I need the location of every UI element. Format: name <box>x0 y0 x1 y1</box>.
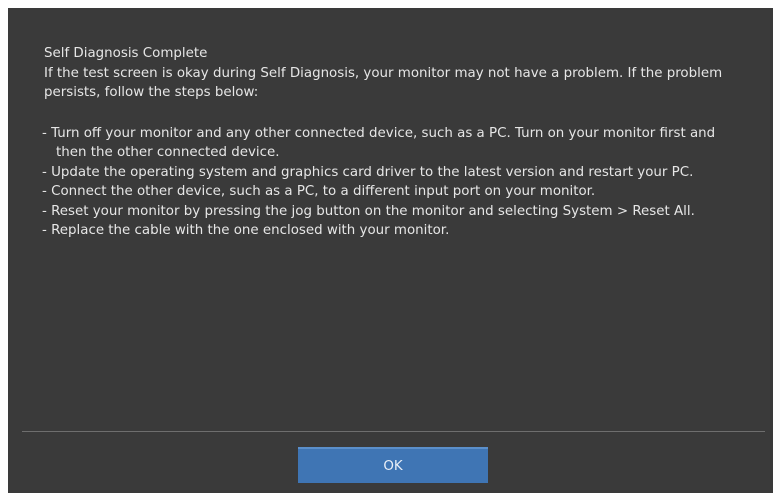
self-diagnosis-dialog: Self Diagnosis Complete If the test scre… <box>8 8 773 493</box>
dialog-title: Self Diagnosis Complete <box>44 46 208 61</box>
step-turn-off-devices: - Turn off your monitor and any other co… <box>42 125 716 161</box>
dialog-content: Self Diagnosis Complete If the test scre… <box>42 44 744 241</box>
step-replace-cable: - Replace the cable with the one enclose… <box>42 223 450 238</box>
footer-divider <box>22 431 765 432</box>
step-reset-monitor: - Reset your monitor by pressing the jog… <box>42 203 695 219</box>
troubleshooting-steps-list: - Turn off your monitor and any other co… <box>42 124 744 241</box>
dialog-intro-text: If the test screen is okay during Self D… <box>44 65 723 101</box>
step-update-drivers: - Update the operating system and graphi… <box>42 164 694 180</box>
ok-button[interactable]: OK <box>298 447 488 483</box>
step-change-input-port: - Connect the other device, such as a PC… <box>42 184 596 199</box>
